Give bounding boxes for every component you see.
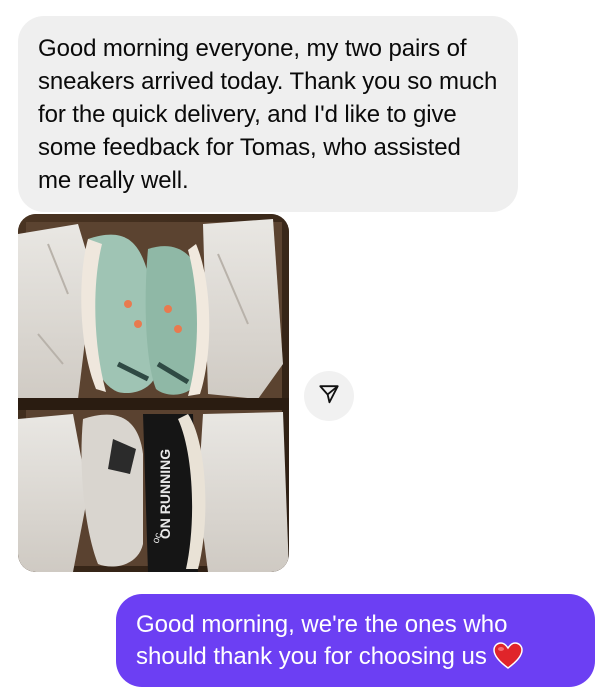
sneaker-photo-illustration: ON RUNNING oc [18, 214, 289, 572]
incoming-message-bubble[interactable]: Good morning everyone, my two pairs of s… [18, 16, 518, 212]
box-print-text: ON RUNNING [157, 449, 173, 539]
share-button[interactable] [304, 371, 354, 421]
send-icon [318, 383, 340, 410]
heart-icon [493, 642, 523, 679]
chat-thread: Good morning everyone, my two pairs of s… [0, 0, 600, 693]
incoming-message-text: Good morning everyone, my two pairs of s… [38, 35, 498, 194]
outgoing-message-bubble[interactable]: Good morning, we're the ones who should … [116, 594, 595, 687]
sneaker-photo[interactable]: ON RUNNING oc [18, 214, 289, 572]
outgoing-message-text: Good morning, we're the ones who should … [136, 611, 508, 670]
